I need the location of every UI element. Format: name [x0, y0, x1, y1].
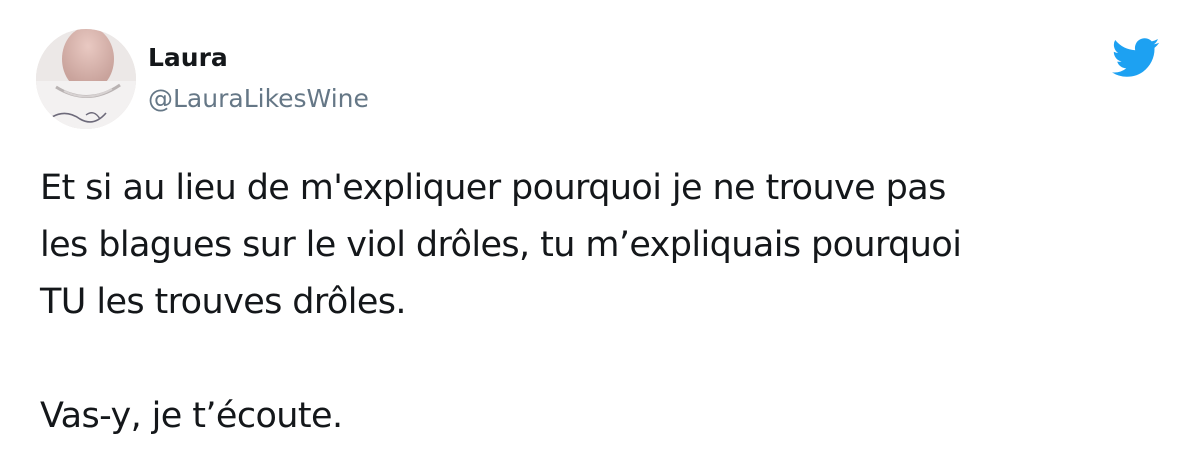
tweet-text: Et si au lieu de m'expliquer pourquoi je… — [40, 160, 1170, 445]
author-avatar[interactable] — [36, 29, 136, 129]
avatar-image — [36, 29, 136, 129]
twitter-bird-icon[interactable] — [1112, 38, 1160, 78]
author-handle[interactable]: @LauraLikesWine — [148, 82, 369, 116]
author-names: Laura @LauraLikesWine — [148, 42, 369, 116]
tweet-card: Laura @LauraLikesWine Et si au lieu de m… — [0, 0, 1200, 475]
tweet-paragraph: Et si au lieu de m'expliquer pourquoi je… — [40, 168, 962, 322]
tweet-header: Laura @LauraLikesWine — [36, 28, 369, 130]
tweet-paragraph: Vas-y, je t’écoute. — [40, 396, 343, 436]
author-display-name[interactable]: Laura — [148, 42, 369, 74]
